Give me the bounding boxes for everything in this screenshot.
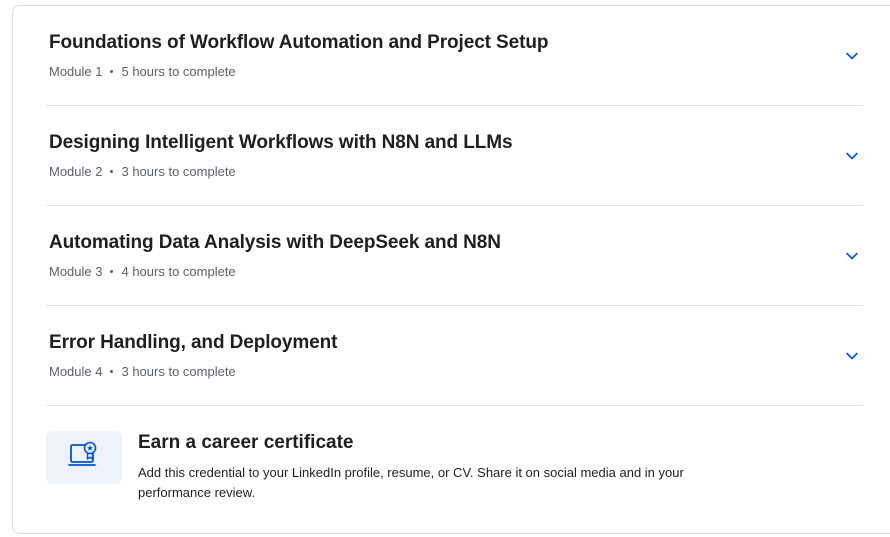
career-certificate-section: Earn a career certificate Add this crede…: [46, 420, 863, 520]
module-meta: Module 2 3 hours to complete: [49, 164, 236, 179]
certificate-icon-container: [46, 431, 122, 484]
module-duration: 5 hours to complete: [121, 64, 236, 79]
module-meta: Module 1 5 hours to complete: [49, 64, 236, 79]
module-title: Error Handling, and Deployment: [49, 332, 338, 353]
chevron-down-icon[interactable]: [845, 349, 859, 363]
separator-dot: [110, 170, 114, 173]
separator-dot: [110, 270, 114, 273]
module-number: Module 2: [49, 164, 103, 179]
module-item-1[interactable]: Foundations of Workflow Automation and P…: [46, 6, 863, 106]
module-item-3[interactable]: Automating Data Analysis with DeepSeek a…: [46, 206, 863, 306]
certificate-title: Earn a career certificate: [138, 432, 354, 453]
module-item-2[interactable]: Designing Intelligent Workflows with N8N…: [46, 106, 863, 206]
module-number: Module 1: [49, 64, 103, 79]
module-meta: Module 4 3 hours to complete: [49, 364, 236, 379]
chevron-down-icon[interactable]: [845, 49, 859, 63]
module-title: Foundations of Workflow Automation and P…: [49, 32, 549, 53]
module-duration: 4 hours to complete: [121, 264, 236, 279]
separator-dot: [110, 370, 114, 373]
module-list: Foundations of Workflow Automation and P…: [46, 6, 863, 406]
separator-dot: [110, 70, 114, 73]
chevron-down-icon[interactable]: [845, 249, 859, 263]
module-title: Designing Intelligent Workflows with N8N…: [49, 132, 513, 153]
module-number: Module 3: [49, 264, 103, 279]
chevron-down-icon[interactable]: [845, 149, 859, 163]
module-item-4[interactable]: Error Handling, and Deployment Module 4 …: [46, 306, 863, 406]
module-number: Module 4: [49, 364, 103, 379]
module-meta: Module 3 4 hours to complete: [49, 264, 236, 279]
certificate-icon: [68, 440, 100, 475]
module-duration: 3 hours to complete: [121, 164, 236, 179]
module-duration: 3 hours to complete: [121, 364, 236, 379]
certificate-description: Add this credential to your LinkedIn pro…: [138, 465, 684, 500]
module-title: Automating Data Analysis with DeepSeek a…: [49, 232, 501, 253]
